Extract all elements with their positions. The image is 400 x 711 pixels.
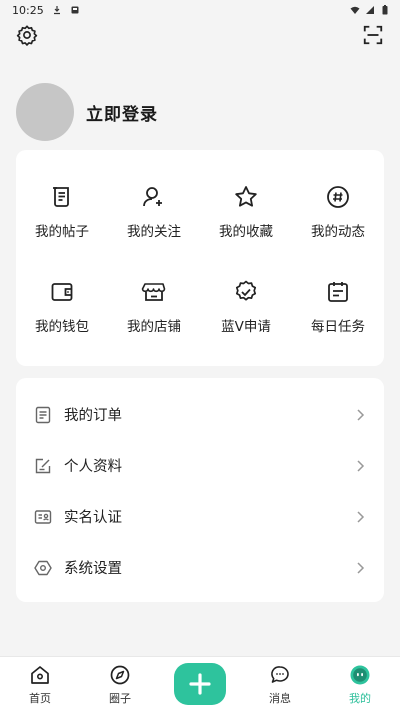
grid-item-blue-v-apply[interactable]: 蓝V申请 — [200, 259, 292, 354]
chevron-right-icon — [357, 459, 365, 472]
wallet-icon — [51, 282, 73, 301]
tab-label: 消息 — [269, 692, 291, 705]
tab-label: 圈子 — [109, 692, 131, 705]
list-item-label: 个人资料 — [64, 459, 122, 475]
grid-label: 每日任务 — [311, 318, 365, 335]
status-bar: 10:25 — [0, 0, 400, 18]
grid-item-my-posts[interactable]: 我的帖子 — [16, 164, 108, 259]
grid-item-my-follows[interactable]: 我的关注 — [108, 164, 200, 259]
hashtag-icon — [327, 185, 349, 208]
tab-messages[interactable]: 消息 — [240, 657, 320, 706]
list-item-personal-info[interactable]: 个人资料 — [16, 440, 384, 491]
gear-icon — [16, 25, 38, 46]
wifi-icon — [350, 6, 360, 14]
status-time: 10:25 — [12, 3, 44, 17]
grid-item-daily-tasks[interactable]: 每日任务 — [292, 259, 384, 354]
chevron-right-icon — [357, 408, 365, 421]
battery-icon — [382, 5, 388, 15]
list-item-my-orders[interactable]: 我的订单 — [16, 389, 384, 440]
tab-label: 首页 — [29, 692, 51, 705]
scan-icon — [363, 25, 383, 45]
notification-icon — [71, 6, 79, 14]
home-icon — [31, 666, 49, 684]
tab-publish-wrap — [160, 657, 240, 705]
tab-circle[interactable]: 圈子 — [80, 657, 160, 706]
list-item-system-settings[interactable]: 系统设置 — [16, 542, 384, 593]
store-icon — [141, 282, 166, 301]
grid-item-my-store[interactable]: 我的店铺 — [108, 259, 200, 354]
tab-label: 我的 — [349, 692, 371, 705]
settings-list: 我的订单 个人资料 实名认证 系统设置 — [16, 378, 384, 602]
list-item-label: 系统设置 — [64, 561, 122, 577]
grid-label: 我的店铺 — [127, 318, 181, 335]
scan-button[interactable] — [360, 22, 386, 48]
plus-icon — [189, 673, 211, 695]
profile-header[interactable]: 立即登录 — [0, 52, 400, 150]
grid-label: 蓝V申请 — [221, 318, 271, 335]
grid-item-my-wallet[interactable]: 我的钱包 — [16, 259, 108, 354]
compass-icon — [110, 665, 130, 685]
verified-badge-icon — [235, 280, 257, 301]
chat-icon — [271, 666, 289, 683]
face-icon — [350, 665, 370, 685]
top-bar — [0, 18, 400, 52]
follow-icon — [143, 186, 162, 206]
calendar-icon — [328, 281, 348, 302]
avatar[interactable] — [16, 83, 74, 141]
grid-label: 我的关注 — [127, 223, 181, 240]
edit-profile-icon — [35, 458, 51, 473]
grid-item-my-activity[interactable]: 我的动态 — [292, 164, 384, 259]
tab-home[interactable]: 首页 — [0, 657, 80, 706]
id-card-icon — [34, 509, 52, 524]
signal-icon — [366, 6, 374, 14]
tab-mine[interactable]: 我的 — [320, 657, 400, 706]
chevron-right-icon — [357, 510, 365, 523]
list-item-label: 我的订单 — [64, 408, 122, 424]
hexagon-settings-icon — [34, 560, 52, 575]
grid-label: 我的帖子 — [35, 223, 89, 240]
settings-button[interactable] — [14, 22, 40, 48]
grid-item-my-favorites[interactable]: 我的收藏 — [200, 164, 292, 259]
post-icon — [53, 186, 69, 207]
feature-grid: 我的帖子 我的关注 我的收藏 我的动态 我的钱包 我的店铺 蓝V申请 每日任务 — [16, 150, 384, 366]
publish-button[interactable] — [174, 663, 226, 705]
star-icon — [235, 185, 257, 207]
grid-label: 我的钱包 — [35, 318, 89, 335]
order-icon — [35, 406, 51, 423]
grid-label: 我的动态 — [311, 223, 365, 240]
list-item-real-name-verification[interactable]: 实名认证 — [16, 491, 384, 542]
grid-label: 我的收藏 — [219, 223, 273, 240]
download-icon — [53, 6, 60, 15]
login-link[interactable]: 立即登录 — [86, 100, 158, 125]
chevron-right-icon — [357, 561, 365, 574]
list-item-label: 实名认证 — [64, 510, 122, 526]
bottom-tab-bar: 首页 圈子 消息 我的 — [0, 656, 400, 711]
